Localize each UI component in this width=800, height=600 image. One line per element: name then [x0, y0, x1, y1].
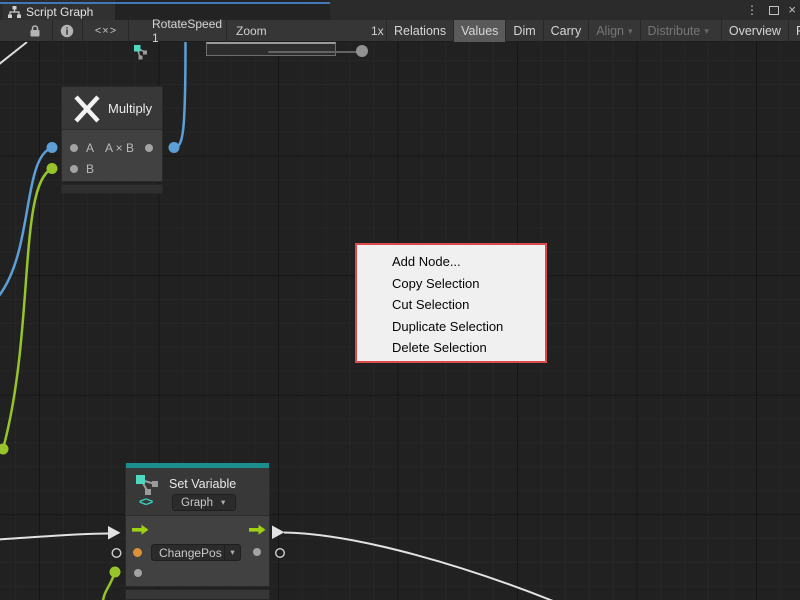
kebab-menu-icon: ⋮ — [746, 2, 758, 18]
variable-scope-dropdown[interactable]: Graph ▾ — [172, 494, 236, 511]
set-variable-node-footer — [125, 589, 270, 600]
carry-button[interactable]: Carry — [543, 20, 589, 42]
toolbar-buttons: Relations Values Dim Carry Align ▾ Distr… — [386, 20, 800, 42]
zoom-value: 1x — [371, 24, 384, 38]
multiply-node[interactable]: Multiply A A × B B — [61, 86, 163, 182]
svg-text:i: i — [66, 27, 69, 38]
set-variable-header[interactable]: <> Set Variable Graph ▾ — [126, 468, 269, 516]
variable-name-dropdown[interactable]: ChangePos ▾ — [151, 544, 241, 561]
multiply-icon — [73, 94, 103, 126]
context-menu: Add Node... Copy Selection Cut Selection… — [355, 243, 547, 363]
relations-button[interactable]: Relations — [386, 20, 453, 42]
multiply-port-a-label: A — [86, 141, 94, 155]
multiply-node-footer — [61, 184, 163, 194]
chevron-down-icon: ▾ — [628, 26, 633, 37]
graph-breadcrumb[interactable]: RotateSpeed 1 — [152, 20, 218, 42]
tab-script-graph[interactable]: Script Graph — [3, 4, 115, 20]
context-menu-item-delete-selection[interactable]: Delete Selection — [357, 337, 545, 359]
info-icon: i — [60, 24, 74, 38]
multiply-result-label: A × B — [105, 141, 134, 155]
multiply-port-a-dot[interactable] — [70, 144, 78, 152]
window-close-button[interactable]: × — [788, 2, 796, 18]
set-variable-icon — [135, 474, 163, 496]
scope-angle-icon: <> — [139, 494, 152, 509]
align-dropdown-button[interactable]: Align ▾ — [588, 20, 639, 42]
variable-name-value: ChangePos — [152, 546, 222, 560]
variable-value-port-dot[interactable] — [133, 548, 142, 557]
info-button[interactable]: i — [54, 20, 80, 42]
dim-button[interactable]: Dim — [505, 20, 542, 42]
lock-icon — [28, 24, 42, 38]
zoom-slider-thumb[interactable] — [356, 45, 368, 57]
close-icon: × — [788, 2, 796, 18]
variable-scope-value: Graph — [181, 497, 213, 509]
chevron-down-icon: ▾ — [704, 26, 709, 37]
multiply-node-title: Multiply — [108, 101, 152, 116]
full-screen-button[interactable]: Full Screen — [788, 20, 800, 42]
lock-button[interactable] — [22, 20, 48, 42]
window-menu-button[interactable]: ⋮ — [746, 2, 758, 18]
multiply-node-header[interactable]: Multiply — [62, 87, 162, 130]
flow-out-arrow-icon[interactable] — [249, 524, 266, 536]
maximize-icon — [769, 6, 779, 15]
overview-button[interactable]: Overview — [721, 20, 788, 42]
set-variable-extra-port-dot[interactable] — [134, 569, 142, 577]
set-variable-title: Set Variable — [169, 477, 236, 491]
context-menu-item-duplicate-selection[interactable]: Duplicate Selection — [357, 316, 545, 338]
chevron-down-icon: ▾ — [221, 497, 225, 508]
tab-title: Script Graph — [26, 5, 93, 19]
flow-in-arrow-icon[interactable] — [132, 524, 149, 536]
values-button[interactable]: Values — [453, 20, 505, 42]
code-preview-toggle[interactable]: <×> — [84, 20, 128, 42]
graph-breadcrumb-icon — [133, 44, 148, 61]
set-variable-node[interactable]: <> Set Variable Graph ▾ ChangePos ▾ — [125, 463, 270, 587]
context-menu-item-copy-selection[interactable]: Copy Selection — [357, 273, 545, 295]
distribute-dropdown-button[interactable]: Distribute ▾ — [640, 20, 716, 42]
set-variable-output-port-dot[interactable] — [253, 548, 261, 556]
context-menu-item-cut-selection[interactable]: Cut Selection — [357, 294, 545, 316]
tab-strip: Script Graph ⋮ × — [0, 0, 800, 20]
clipped-node-top[interactable] — [206, 42, 336, 56]
context-menu-item-add-node[interactable]: Add Node... — [357, 251, 545, 273]
chevron-down-icon: ▾ — [230, 547, 234, 558]
multiply-port-result-dot[interactable] — [145, 144, 153, 152]
code-brackets-icon: <×> — [95, 25, 117, 37]
zoom-slider-track[interactable] — [268, 51, 360, 53]
graph-tab-icon — [8, 6, 21, 18]
window-maximize-button[interactable] — [769, 2, 779, 18]
unity-script-graph-window: Multiply A A × B B <> Set Variable Graph… — [0, 0, 800, 600]
multiply-port-b-label: B — [86, 162, 94, 176]
multiply-port-b-dot[interactable] — [70, 165, 78, 173]
zoom-label: Zoom — [236, 24, 267, 38]
